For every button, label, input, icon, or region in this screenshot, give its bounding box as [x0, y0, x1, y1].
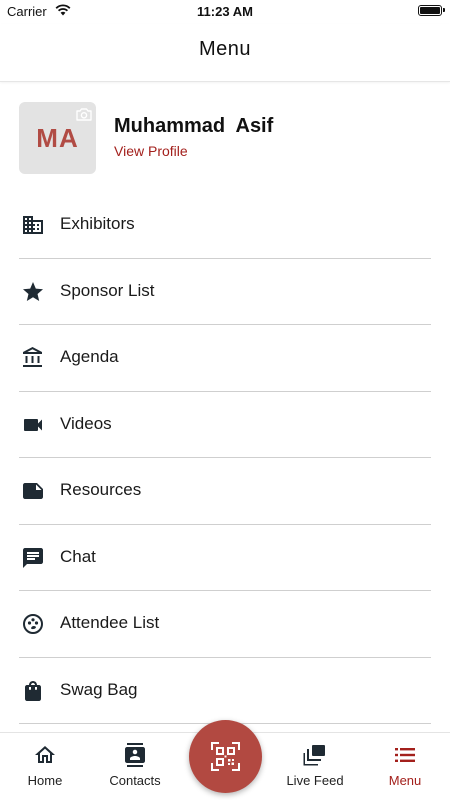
- menu-item-label: Attendee List: [60, 613, 160, 632]
- header: Menu: [0, 24, 450, 82]
- menu-item-swag-bag[interactable]: Swag Bag: [19, 658, 431, 724]
- page-title: Menu: [198, 38, 252, 60]
- chat-icon: [23, 547, 43, 568]
- menu-item-exhibitors[interactable]: Exhibitors: [19, 192, 431, 259]
- list-icon: [395, 748, 415, 762]
- menu-item-resources[interactable]: Resources: [19, 458, 431, 525]
- menu-item-label: Resources: [60, 480, 142, 499]
- tab-home[interactable]: Home: [0, 733, 90, 800]
- menu-item-label: Exhibitors: [60, 214, 135, 233]
- live-feed-icon: [303, 745, 325, 766]
- bank-icon: [23, 347, 42, 367]
- qr-scan-icon: [211, 742, 240, 771]
- menu-item-label: Agenda: [60, 347, 119, 366]
- profile-card: MA Muhammad Asif View Profile: [19, 102, 431, 174]
- contact-card-icon: [125, 743, 145, 767]
- building-icon: [23, 216, 43, 234]
- profile-name: Muhammad Asif: [114, 115, 274, 137]
- star-icon: [23, 281, 43, 301]
- tab-contacts[interactable]: Contacts: [90, 733, 180, 800]
- home-icon: [35, 746, 55, 763]
- avatar[interactable]: MA: [19, 102, 96, 174]
- menu-item-label: Sponsor List: [60, 280, 155, 300]
- shopping-bag-icon: [25, 680, 41, 701]
- tab-label: Home: [27, 773, 63, 788]
- menu-item-agenda[interactable]: Agenda: [19, 325, 431, 392]
- tab-menu[interactable]: Menu: [360, 733, 450, 800]
- menu-list: Exhibitors Sponsor List Agenda Videos Re…: [19, 192, 431, 724]
- tab-label: Contacts: [109, 773, 161, 788]
- status-time: 11:23 AM: [197, 4, 253, 19]
- tab-live-feed[interactable]: Live Feed: [270, 733, 360, 800]
- avatar-initials: MA: [36, 123, 79, 153]
- menu-item-label: Swag Bag: [60, 679, 138, 699]
- menu-item-chat[interactable]: Chat: [19, 525, 431, 591]
- menu-item-attendee-list[interactable]: Attendee List: [19, 591, 431, 658]
- qr-scan-button[interactable]: [189, 720, 262, 793]
- menu-item-sponsor-list[interactable]: Sponsor List: [19, 259, 431, 325]
- tab-label: Menu: [388, 773, 422, 788]
- view-profile-link[interactable]: View Profile: [114, 143, 188, 159]
- menu-item-videos[interactable]: Videos: [19, 392, 431, 458]
- face-icon: [23, 614, 43, 634]
- note-icon: [23, 483, 43, 499]
- video-camera-icon: [24, 418, 42, 431]
- menu-item-label: Videos: [60, 413, 112, 433]
- tab-label: Live Feed: [286, 773, 344, 788]
- camera-icon[interactable]: [76, 107, 92, 121]
- battery-icon: [418, 5, 445, 16]
- status-bar: Carrier 11:23 AM: [0, 0, 450, 24]
- menu-item-label: Chat: [60, 546, 96, 566]
